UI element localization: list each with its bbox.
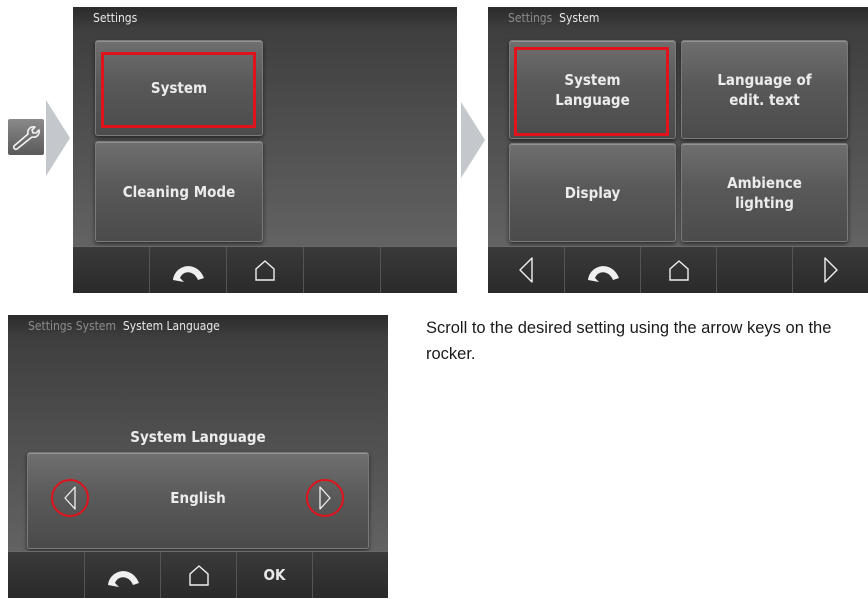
bottom-bar-empty — [303, 247, 380, 293]
home-icon — [668, 260, 689, 281]
ok-label: OK — [263, 566, 286, 584]
current-value: English — [170, 489, 226, 507]
bottom-bar-empty — [312, 552, 388, 598]
ok-button[interactable]: OK — [236, 552, 312, 598]
previous-value-button[interactable] — [51, 479, 89, 517]
right-arrow-icon — [823, 257, 838, 283]
instruction-text: Scroll to the desired setting using the … — [426, 319, 832, 363]
home-button[interactable] — [226, 247, 303, 293]
next-button[interactable] — [792, 247, 868, 293]
home-button[interactable] — [640, 247, 716, 293]
tile-ambience-lighting[interactable]: Ambience lighting — [681, 143, 848, 242]
tile-system-language[interactable]: System Language — [509, 40, 676, 139]
back-button[interactable] — [564, 247, 640, 293]
system-screen: Settings System System Language Language… — [488, 7, 868, 293]
setting-label: System Language — [130, 428, 266, 446]
left-arrow-icon — [64, 486, 76, 510]
tile-cleaning-mode[interactable]: Cleaning Mode — [95, 141, 263, 242]
home-icon — [188, 565, 209, 586]
back-icon — [107, 571, 139, 587]
tile-system[interactable]: System — [95, 40, 263, 136]
breadcrumb: Settings System System Language — [8, 315, 388, 337]
wrench-icon — [8, 119, 44, 155]
back-icon — [587, 266, 619, 282]
bottom-bar — [73, 246, 457, 293]
home-button[interactable] — [160, 552, 236, 598]
bottom-bar-empty — [8, 552, 84, 598]
settings-screen: Settings System Cleaning Mode — [73, 7, 457, 293]
bottom-bar — [488, 246, 868, 293]
system-language-screen: Settings System System Language System L… — [8, 315, 388, 598]
back-button[interactable] — [84, 552, 160, 598]
previous-button[interactable] — [488, 247, 564, 293]
arrow-chevron-icon — [46, 100, 70, 176]
home-icon — [255, 260, 275, 281]
breadcrumb: Settings System — [488, 7, 868, 29]
left-arrow-icon — [519, 257, 533, 283]
tile-display[interactable]: Display — [509, 143, 676, 242]
bottom-bar-empty — [716, 247, 792, 293]
right-arrow-icon — [319, 486, 331, 510]
tile-language-of-edit-text[interactable]: Language of edit. text — [681, 40, 848, 139]
back-button[interactable] — [149, 247, 226, 293]
arrow-chevron-icon — [461, 102, 485, 178]
next-value-button[interactable] — [306, 479, 344, 517]
bottom-bar-empty — [380, 247, 457, 293]
bottom-bar: OK — [8, 551, 388, 598]
back-icon — [173, 266, 204, 282]
screen-title: Settings — [73, 7, 457, 29]
bottom-bar-empty — [73, 247, 149, 293]
